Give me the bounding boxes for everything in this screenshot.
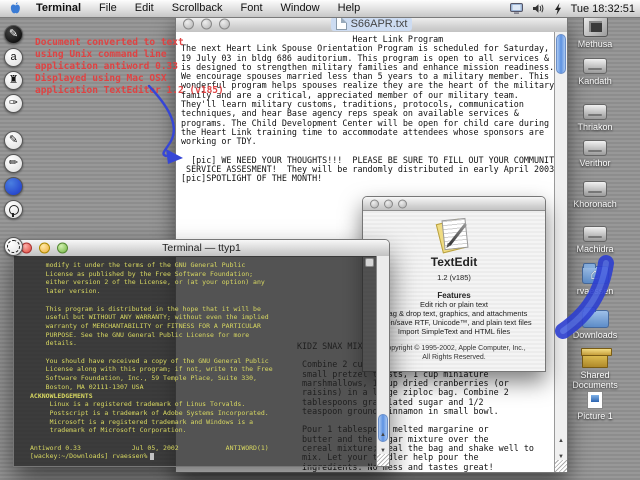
apple-menu[interactable] xyxy=(0,2,27,15)
terminal-cursor xyxy=(150,453,154,460)
pen-nib-tool-icon[interactable]: ✑ xyxy=(4,94,23,113)
app-name: TextEdit xyxy=(363,255,545,269)
annotation-note: Document converted to text using Unix co… xyxy=(35,37,224,97)
textedit-app-icon xyxy=(434,217,474,253)
line-pen-tool-icon[interactable]: ✎ xyxy=(4,131,23,150)
hard-drive-icon xyxy=(583,181,607,197)
about-titlebar[interactable] xyxy=(363,197,545,211)
textedit-resize-grip[interactable] xyxy=(555,460,567,472)
minimize-button-inactive[interactable] xyxy=(201,18,212,29)
textedit-scrollbar-thumb[interactable] xyxy=(556,34,566,74)
terminal-resize-grip[interactable] xyxy=(377,454,389,466)
selection-tool-icon[interactable] xyxy=(4,237,23,256)
terminal-scrollbar[interactable]: ▲ ▼ xyxy=(376,256,389,466)
desktop-icon-thriakon[interactable]: Thriakon xyxy=(557,104,633,132)
power-icon[interactable] xyxy=(554,3,562,15)
terminal-window-title: Terminal — ttyp1 xyxy=(162,242,241,254)
package-box-icon xyxy=(582,352,608,368)
desktop-icon-downloads[interactable]: Downloads xyxy=(557,310,633,340)
textedit-window-title: S66APR.txt xyxy=(351,18,408,30)
terminal-window: Terminal — ttyp1 modify it under the ter… xyxy=(13,239,390,467)
about-content: TextEdit 1.2 (v185) Features Edit rich o… xyxy=(363,210,545,371)
features-title: Features xyxy=(363,291,545,300)
app-version: 1.2 (v185) xyxy=(363,273,545,282)
marker-tool-icon[interactable]: ✎ xyxy=(4,25,23,44)
zoom-button-inactive[interactable] xyxy=(219,18,230,29)
hard-drive-icon xyxy=(583,104,607,120)
desktop: Terminal File Edit Scrollback Font Windo… xyxy=(0,0,640,480)
menu-file[interactable]: File xyxy=(90,0,126,17)
terminal-ack-heading: ACKNOWLEDGEMENTS xyxy=(30,392,372,401)
image-file-icon xyxy=(587,391,603,409)
menu-scrollback[interactable]: Scrollback xyxy=(163,0,232,17)
folder-icon xyxy=(582,310,609,328)
terminal-widget-button[interactable] xyxy=(365,258,374,267)
menu-bar: Terminal File Edit Scrollback Font Windo… xyxy=(0,0,640,18)
text-tool-icon[interactable]: a xyxy=(4,48,23,67)
desktop-icon-verithor[interactable]: Verithor xyxy=(557,140,633,168)
menu-help[interactable]: Help xyxy=(329,0,370,17)
document-icon xyxy=(336,17,347,30)
hard-drive-icon xyxy=(583,140,607,156)
copyright-line: Copyright © 1995-2002, Apple Computer, I… xyxy=(363,345,545,354)
apple-logo-icon xyxy=(9,2,21,15)
zoom-button-inactive[interactable] xyxy=(398,199,407,208)
feature-item: Drag & drop text, graphics, and attachme… xyxy=(363,309,545,318)
scroll-up-arrow-icon[interactable]: ▲ xyxy=(380,432,386,438)
desktop-icon-machidra[interactable]: Machidra xyxy=(557,226,633,254)
stamp-tool-icon[interactable]: ♜ xyxy=(4,71,23,90)
menu-font[interactable]: Font xyxy=(231,0,271,17)
zoom-button[interactable] xyxy=(57,243,68,254)
annotation-toolbar: ✎ a ♜ ✑ ✎ ✏ xyxy=(4,25,23,260)
menu-edit[interactable]: Edit xyxy=(126,0,163,17)
terminal-output-top: modify it under the terms of the GNU Gen… xyxy=(30,261,372,392)
textedit-scrollbar[interactable]: ▲ ▼ xyxy=(554,32,567,472)
home-folder-icon: ⌂ xyxy=(582,266,609,284)
volume-icon[interactable] xyxy=(532,3,545,14)
hard-drive-icon xyxy=(583,226,607,242)
rights-line: All Rights Reserved. xyxy=(363,354,545,363)
feature-item: Open/save RTF, Unicode™, and plain text … xyxy=(363,318,545,327)
feature-item: Import SimpleText and HTML files xyxy=(363,327,545,336)
terminal-titlebar[interactable]: Terminal — ttyp1 xyxy=(14,240,389,257)
hard-drive-icon xyxy=(583,58,607,74)
color-swatch-blue-icon[interactable] xyxy=(4,177,23,196)
menu-terminal[interactable]: Terminal xyxy=(27,0,90,17)
desktop-icon-methusa[interactable]: Methusa xyxy=(557,16,633,49)
menu-clock[interactable]: Tue 18:32:51 xyxy=(571,3,635,15)
displays-icon[interactable] xyxy=(510,3,523,14)
feature-item: Edit rich or plain text xyxy=(363,300,545,309)
terminal-text-area[interactable]: modify it under the terms of the GNU Gen… xyxy=(14,256,376,466)
desktop-icon-shared-documents[interactable]: Shared Documents xyxy=(557,352,633,390)
close-button-inactive[interactable] xyxy=(370,199,379,208)
close-button-inactive[interactable] xyxy=(183,18,194,29)
magnifier-tool-icon[interactable] xyxy=(4,200,23,219)
removable-disk-icon xyxy=(583,16,608,37)
terminal-prompt: [wackey:~/Downloads] rvaessen% xyxy=(30,452,147,461)
terminal-output-bottom: Linux is a registered trademark of Linus… xyxy=(30,400,372,452)
desktop-icon-rvaessen[interactable]: ⌂ rvaessen xyxy=(557,266,633,296)
desktop-icon-kandath[interactable]: Kandath xyxy=(557,58,633,86)
pencil-tool-icon[interactable]: ✏ xyxy=(4,154,23,173)
minimize-button[interactable] xyxy=(39,243,50,254)
menu-window[interactable]: Window xyxy=(272,0,329,17)
window-title-chip: S66APR.txt xyxy=(331,17,413,31)
desktop-icon-khoronach[interactable]: Khoronach xyxy=(557,181,633,209)
minimize-button-inactive[interactable] xyxy=(384,199,393,208)
desktop-icon-picture-1[interactable]: Picture 1 xyxy=(557,391,633,421)
scroll-up-arrow-icon[interactable]: ▲ xyxy=(558,438,564,444)
